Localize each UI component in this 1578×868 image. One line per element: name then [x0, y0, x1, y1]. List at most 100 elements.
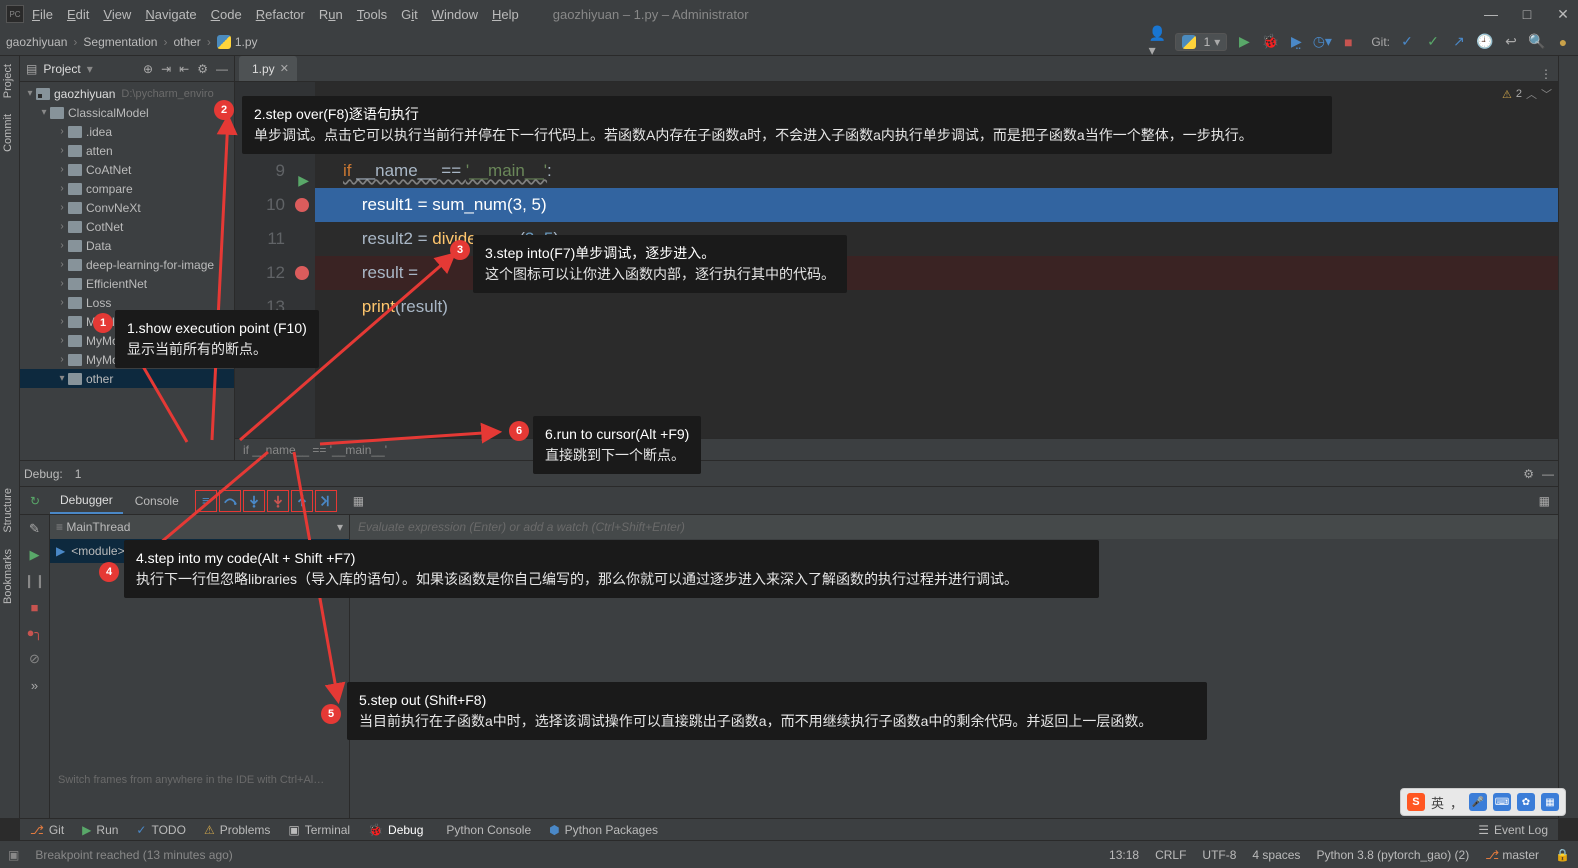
status-caret-pos[interactable]: 13:18 — [1109, 848, 1139, 862]
debug-button[interactable]: 🐞 — [1261, 33, 1279, 51]
lock-icon[interactable]: 🔒 — [1555, 848, 1570, 862]
debug-more-icon[interactable]: » — [27, 677, 43, 693]
step-out-button[interactable] — [291, 490, 313, 512]
minimize-button[interactable]: — — [1482, 6, 1500, 23]
coverage-button[interactable]: ▶̤ — [1287, 33, 1305, 51]
tool-tab-commit[interactable]: Commit — [0, 106, 16, 160]
editor-tab[interactable]: 1.py ✕ — [239, 56, 297, 81]
run-to-cursor-button[interactable] — [315, 490, 337, 512]
ime-punct[interactable]: ， — [1450, 793, 1463, 812]
git-commit-icon[interactable]: ✓ — [1424, 33, 1442, 51]
menu-code[interactable]: Code — [211, 7, 242, 22]
git-history-icon[interactable]: 🕘 — [1476, 33, 1494, 51]
status-indent[interactable]: 4 spaces — [1252, 848, 1300, 862]
menu-window[interactable]: Window — [432, 7, 478, 22]
menu-help[interactable]: Help — [492, 7, 519, 22]
menu-tools[interactable]: Tools — [357, 7, 387, 22]
editor-tab-menu[interactable]: ⋮ — [1540, 67, 1558, 81]
tool-window-quick-access-icon[interactable]: ▣ — [8, 848, 19, 862]
ime-lang[interactable]: 英 — [1431, 793, 1444, 812]
tree-folder[interactable]: ›deep-learning-for-image — [20, 255, 234, 274]
tool-tab-bookmarks[interactable]: Bookmarks — [0, 541, 16, 612]
menu-run[interactable]: Run — [319, 7, 343, 22]
close-tab-icon[interactable]: ✕ — [280, 62, 289, 75]
pause-program-icon[interactable]: ❙❙ — [27, 573, 43, 589]
git-push-icon[interactable]: ↗ — [1450, 33, 1468, 51]
select-opened-icon[interactable]: ⊕ — [143, 62, 153, 76]
menu-refactor[interactable]: Refactor — [256, 7, 305, 22]
debug-settings-icon[interactable]: ⚙ — [1523, 467, 1534, 481]
breadcrumb-file[interactable]: 1.py — [235, 35, 258, 49]
ime-voice-icon[interactable]: 🎤 — [1469, 793, 1487, 811]
settings-icon[interactable]: ⚙ — [197, 62, 208, 76]
search-everywhere-icon[interactable]: 🔍 — [1528, 33, 1546, 51]
ime-toolbar[interactable]: S 英 ， 🎤 ⌨ ✿ ▦ — [1400, 788, 1566, 816]
menu-file[interactable]: File — [32, 7, 53, 22]
tree-folder[interactable]: ›Data — [20, 236, 234, 255]
debug-hide-icon[interactable]: — — [1542, 467, 1554, 481]
tab-terminal[interactable]: ▣Terminal — [288, 823, 350, 837]
run-button[interactable]: ▶ — [1235, 33, 1253, 51]
tree-folder[interactable]: ›CotNet — [20, 217, 234, 236]
collapse-all-icon[interactable]: ⇤ — [179, 62, 189, 76]
menu-navigate[interactable]: Navigate — [145, 7, 196, 22]
tree-folder-selected[interactable]: ▾other — [20, 369, 234, 388]
menu-edit[interactable]: Edit — [67, 7, 89, 22]
git-update-icon[interactable]: ✓ — [1398, 33, 1416, 51]
status-encoding[interactable]: UTF-8 — [1202, 848, 1236, 862]
breadcrumb-seg[interactable]: Segmentation — [83, 35, 157, 49]
close-button[interactable]: ✕ — [1554, 6, 1572, 23]
editor-context-breadcrumb[interactable]: if __name__ == '__main__' — [235, 438, 1558, 460]
tab-python-packages[interactable]: ⬢Python Packages — [549, 823, 658, 837]
tab-git[interactable]: ⎇Git — [30, 823, 64, 837]
resume-program-icon[interactable]: ▶ — [27, 547, 43, 563]
tab-problems[interactable]: ⚠Problems — [204, 823, 270, 837]
view-breakpoints-icon[interactable]: ●╮ — [27, 625, 43, 641]
tool-tab-structure[interactable]: Structure — [0, 480, 16, 541]
project-tree[interactable]: ▾ gaozhiyuan D:\pycharm_enviro ▾Classica… — [20, 82, 234, 460]
stop-program-icon[interactable]: ■ — [27, 599, 43, 615]
tree-root[interactable]: ▾ gaozhiyuan D:\pycharm_enviro — [20, 84, 234, 103]
expand-all-icon[interactable]: ⇥ — [161, 62, 171, 76]
step-into-button[interactable] — [243, 490, 265, 512]
breadcrumb-root[interactable]: gaozhiyuan — [6, 35, 67, 49]
status-line-sep[interactable]: CRLF — [1155, 848, 1186, 862]
tree-folder[interactable]: ›compare — [20, 179, 234, 198]
tree-folder[interactable]: ›.idea — [20, 122, 234, 141]
tab-debug[interactable]: 🐞Debug — [368, 823, 423, 837]
hide-icon[interactable]: — — [216, 62, 228, 76]
rerun-icon[interactable]: ↻ — [30, 494, 40, 508]
mute-breakpoints-icon[interactable]: ⊘ — [27, 651, 43, 667]
debug-layout-icon[interactable]: ▦ — [1539, 494, 1558, 508]
git-revert-icon[interactable]: ↩ — [1502, 33, 1520, 51]
ime-toolbox-icon[interactable]: ▦ — [1541, 793, 1559, 811]
stop-button[interactable]: ■ — [1339, 33, 1357, 51]
profile-button[interactable]: ◷▾ — [1313, 33, 1331, 51]
step-into-my-code-button[interactable] — [267, 490, 289, 512]
run-config-select[interactable]: 1 ▾ — [1175, 33, 1228, 51]
tab-todo[interactable]: ✓TODO — [136, 823, 186, 837]
tab-event-log[interactable]: ☰Event Log — [1478, 823, 1548, 837]
user-icon[interactable]: 👤▾ — [1149, 33, 1167, 51]
breadcrumb-other[interactable]: other — [173, 35, 200, 49]
tree-folder[interactable]: ›atten — [20, 141, 234, 160]
evaluate-expression-button[interactable]: ▦ — [353, 494, 364, 508]
tree-folder[interactable]: ›EfficientNet — [20, 274, 234, 293]
step-over-button[interactable] — [219, 490, 241, 512]
modify-run-config-icon[interactable]: ✎ — [27, 521, 43, 537]
tab-run[interactable]: ▶Run — [82, 823, 118, 837]
menu-view[interactable]: View — [103, 7, 131, 22]
status-branch[interactable]: ⎇ master — [1485, 848, 1539, 862]
frames-thread-select[interactable]: ≡ MainThread ▾ — [50, 515, 349, 539]
maximize-button[interactable]: □ — [1518, 6, 1536, 23]
status-interpreter[interactable]: Python 3.8 (pytorch_gao) (2) — [1316, 848, 1469, 862]
ide-updates-icon[interactable]: ● — [1554, 33, 1572, 51]
tab-python-console[interactable]: Python Console — [441, 823, 531, 837]
tree-folder[interactable]: ▾ClassicalModel — [20, 103, 234, 122]
show-execution-point-button[interactable]: ≡ — [195, 490, 217, 512]
tab-console[interactable]: Console — [125, 489, 189, 513]
evaluate-input[interactable]: Evaluate expression (Enter) or add a wat… — [350, 515, 1558, 539]
ime-keyboard-icon[interactable]: ⌨ — [1493, 793, 1511, 811]
tab-debugger[interactable]: Debugger — [50, 488, 123, 514]
tree-folder[interactable]: ›CoAtNet — [20, 160, 234, 179]
